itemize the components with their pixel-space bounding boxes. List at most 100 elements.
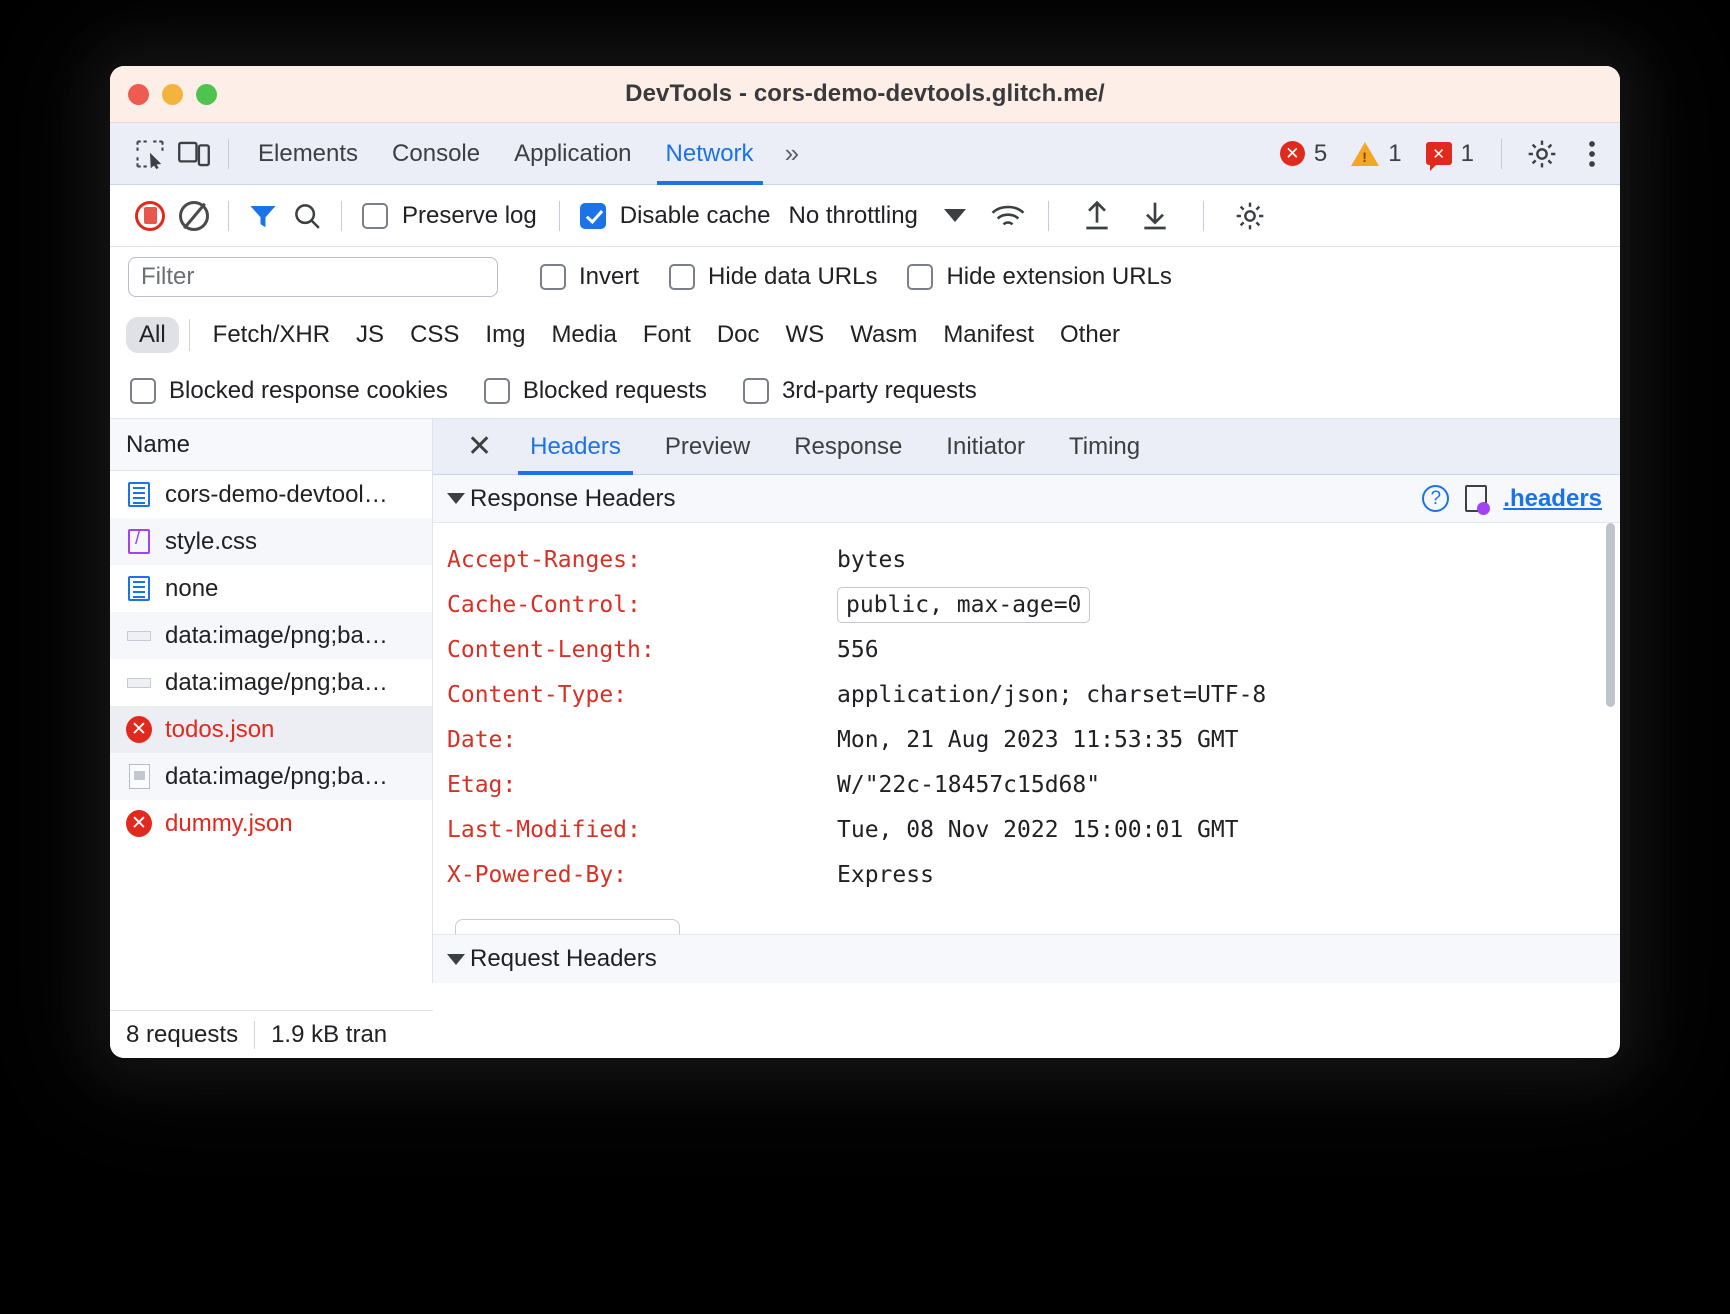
- request-row-document[interactable]: cors-demo-devtool…: [110, 471, 432, 518]
- header-value[interactable]: Express: [837, 862, 934, 888]
- request-list-column-header[interactable]: Name: [110, 419, 432, 471]
- tab-application[interactable]: Application: [497, 123, 648, 185]
- kebab-menu-icon[interactable]: [1570, 132, 1614, 176]
- preserve-log-checkbox-row[interactable]: Preserve log: [362, 202, 537, 230]
- header-value-editable[interactable]: public, max-age=0: [837, 587, 1090, 623]
- disable-cache-label: Disable cache: [620, 202, 771, 230]
- upload-har-icon[interactable]: [1075, 194, 1119, 238]
- filter-funnel-icon[interactable]: [241, 194, 285, 238]
- error-counter[interactable]: ✕ 5: [1271, 140, 1336, 168]
- network-split-pane: Name cors-demo-devtool… style.css none: [110, 419, 1620, 983]
- download-har-icon[interactable]: [1133, 194, 1177, 238]
- tab-response[interactable]: Response: [772, 419, 924, 475]
- request-rows: cors-demo-devtool… style.css none data:i…: [110, 471, 432, 983]
- blocked-response-cookies-checkbox[interactable]: [130, 378, 156, 404]
- close-icon[interactable]: ✕: [451, 429, 508, 464]
- header-value[interactable]: Tue, 08 Nov 2022 15:00:01 GMT: [837, 817, 1239, 843]
- warning-counter[interactable]: ! 1: [1342, 140, 1410, 168]
- header-value[interactable]: bytes: [837, 547, 906, 573]
- preserve-log-checkbox[interactable]: [362, 203, 388, 229]
- blocked-response-cookies-row[interactable]: Blocked response cookies: [130, 377, 448, 405]
- type-filter-other[interactable]: Other: [1047, 317, 1133, 353]
- third-party-requests-row[interactable]: 3rd-party requests: [743, 377, 977, 405]
- gear-icon[interactable]: [1520, 132, 1564, 176]
- tab-network[interactable]: Network: [649, 123, 771, 185]
- toolbar-divider: [228, 139, 229, 169]
- request-row-todos-json[interactable]: ✕ todos.json: [110, 706, 432, 753]
- header-value[interactable]: W/"22c-18457c15d68": [837, 772, 1100, 798]
- clear-button[interactable]: [172, 194, 216, 238]
- tab-initiator[interactable]: Initiator: [924, 419, 1047, 475]
- type-filter-wasm[interactable]: Wasm: [837, 317, 930, 353]
- header-value[interactable]: 556: [837, 637, 879, 663]
- section-header-actions: ? .headers: [1422, 485, 1602, 513]
- header-value[interactable]: application/json; charset=UTF-8: [837, 682, 1266, 708]
- headers-panel: Response Headers ? .headers Accept-Range…: [433, 475, 1620, 983]
- type-filter-img[interactable]: Img: [472, 317, 538, 353]
- header-row: Accept-Ranges: bytes: [447, 537, 1620, 582]
- header-key: Content-Length:: [447, 637, 837, 663]
- type-filter-all[interactable]: All: [126, 317, 179, 353]
- request-name: data:image/png;ba…: [165, 622, 388, 650]
- hide-extension-urls-checkbox[interactable]: [907, 264, 933, 290]
- request-row-data-url-1[interactable]: data:image/png;ba…: [110, 612, 432, 659]
- request-row-none[interactable]: none: [110, 565, 432, 612]
- headers-override-file-icon[interactable]: [1465, 485, 1487, 512]
- type-filter-fetchxhr[interactable]: Fetch/XHR: [200, 317, 343, 353]
- invert-checkbox[interactable]: [540, 264, 566, 290]
- hide-data-urls-row[interactable]: Hide data URLs: [669, 263, 877, 291]
- chevron-down-icon[interactable]: [944, 209, 966, 222]
- tab-timing[interactable]: Timing: [1047, 419, 1162, 475]
- header-row: X-Powered-By: Express: [447, 852, 1620, 897]
- tab-headers[interactable]: Headers: [508, 419, 643, 475]
- response-headers-section-header[interactable]: Response Headers ? .headers: [433, 475, 1620, 523]
- request-name: style.css: [165, 528, 257, 556]
- disable-cache-checkbox[interactable]: [580, 203, 606, 229]
- device-toolbar-icon[interactable]: [172, 132, 216, 176]
- header-value[interactable]: Mon, 21 Aug 2023 11:53:35 GMT: [837, 727, 1239, 753]
- type-filter-divider: [189, 319, 190, 351]
- request-row-data-url-2[interactable]: data:image/png;ba…: [110, 659, 432, 706]
- tab-console[interactable]: Console: [375, 123, 497, 185]
- hide-data-urls-checkbox[interactable]: [669, 264, 695, 290]
- hide-extension-urls-row[interactable]: Hide extension URLs: [907, 263, 1171, 291]
- request-name: dummy.json: [165, 810, 293, 838]
- inspect-element-icon[interactable]: [128, 132, 172, 176]
- type-filter-media[interactable]: Media: [538, 317, 629, 353]
- request-row-dummy-json[interactable]: ✕ dummy.json: [110, 800, 432, 847]
- chevron-down-icon[interactable]: [447, 493, 465, 504]
- request-row-stylesheet[interactable]: style.css: [110, 518, 432, 565]
- search-icon[interactable]: [285, 194, 329, 238]
- headers-scrollbar[interactable]: [1606, 523, 1615, 707]
- throttling-select-value[interactable]: No throttling: [788, 202, 917, 230]
- document-icon: [126, 576, 152, 602]
- type-filter-doc[interactable]: Doc: [704, 317, 773, 353]
- blocked-requests-checkbox[interactable]: [484, 378, 510, 404]
- header-key: Date:: [447, 727, 837, 753]
- type-filter-css[interactable]: CSS: [397, 317, 472, 353]
- third-party-requests-checkbox[interactable]: [743, 378, 769, 404]
- help-question-icon[interactable]: ?: [1422, 485, 1449, 512]
- type-filter-manifest[interactable]: Manifest: [930, 317, 1047, 353]
- invert-checkbox-row[interactable]: Invert: [540, 263, 639, 291]
- blocked-requests-row[interactable]: Blocked requests: [484, 377, 707, 405]
- type-filter-ws[interactable]: WS: [773, 317, 838, 353]
- filter-input[interactable]: Filter: [128, 257, 498, 297]
- header-row: Date: Mon, 21 Aug 2023 11:53:35 GMT: [447, 717, 1620, 762]
- network-settings-gear-icon[interactable]: [1228, 194, 1272, 238]
- header-row: Cache-Control: public, max-age=0: [447, 582, 1620, 627]
- record-button[interactable]: [128, 194, 172, 238]
- tab-preview[interactable]: Preview: [643, 419, 772, 475]
- message-counter[interactable]: ✕ 1: [1417, 140, 1483, 168]
- network-conditions-icon[interactable]: [986, 194, 1030, 238]
- chevron-down-icon[interactable]: [447, 954, 465, 965]
- request-headers-section-header[interactable]: Request Headers: [433, 934, 1620, 983]
- type-filter-font[interactable]: Font: [630, 317, 704, 353]
- disable-cache-checkbox-row[interactable]: Disable cache: [580, 202, 771, 230]
- request-row-data-url-3[interactable]: data:image/png;ba…: [110, 753, 432, 800]
- more-tabs-icon[interactable]: »: [771, 138, 809, 169]
- headers-override-link[interactable]: .headers: [1503, 485, 1602, 513]
- toolbar-divider: [559, 201, 560, 231]
- type-filter-js[interactable]: JS: [343, 317, 397, 353]
- tab-elements[interactable]: Elements: [241, 123, 375, 185]
